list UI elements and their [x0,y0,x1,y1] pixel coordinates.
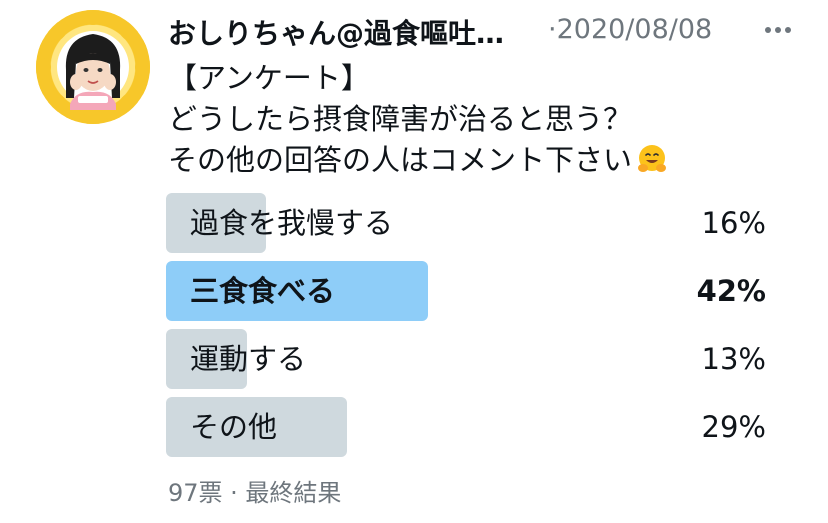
avatar-icon [36,10,150,124]
tweet: おしりちゃん@過食嘔吐… ·2020/08/08 【アンケート】 どうしたら摂食… [0,0,828,523]
poll-option-percent: 13% [701,342,766,376]
poll-option-percent: 42% [696,274,766,308]
poll-option-label: その他 [190,410,278,444]
avatar[interactable] [36,10,150,124]
poll-option: 運動する 13% [166,329,766,389]
poll-option: その他 29% [166,397,766,457]
display-name[interactable]: おしりちゃん@過食嘔吐… [168,12,504,52]
poll-option: 過食を我慢する 16% [166,193,766,253]
tweet-text-line: 【アンケート】 [168,61,370,95]
poll-option-label: 運動する [190,342,307,376]
poll-footer: 97票 · 最終結果 [168,479,342,507]
poll: 過食を我慢する 16% 三食食べる 42% 運動する 13% その他 29% [166,193,766,465]
tweet-text-line: その他の回答の人はコメント下さい [168,140,788,181]
poll-option-percent: 16% [701,206,766,240]
tweet-text: 【アンケート】 どうしたら摂食障害が治ると思う？ その他の回答の人はコメント下さ… [168,58,788,181]
separator: · [548,14,557,45]
poll-option-label: 過食を我慢する [190,206,394,240]
tweet-text-line-content: その他の回答の人はコメント下さい [168,143,633,177]
poll-option-label: 三食食べる [190,274,336,308]
tweet-text-line: どうしたら摂食障害が治ると思う？ [168,102,633,136]
date: 2020/08/08 [556,14,713,45]
poll-option: 三食食べる 42% [166,261,766,321]
hugging-face-emoji-icon [638,145,667,172]
poll-option-percent: 29% [701,410,766,444]
more-options-icon[interactable] [760,12,796,48]
tweet-header: おしりちゃん@過食嘔吐… ·2020/08/08 [168,10,808,50]
timestamp[interactable]: ·2020/08/08 [548,14,712,45]
